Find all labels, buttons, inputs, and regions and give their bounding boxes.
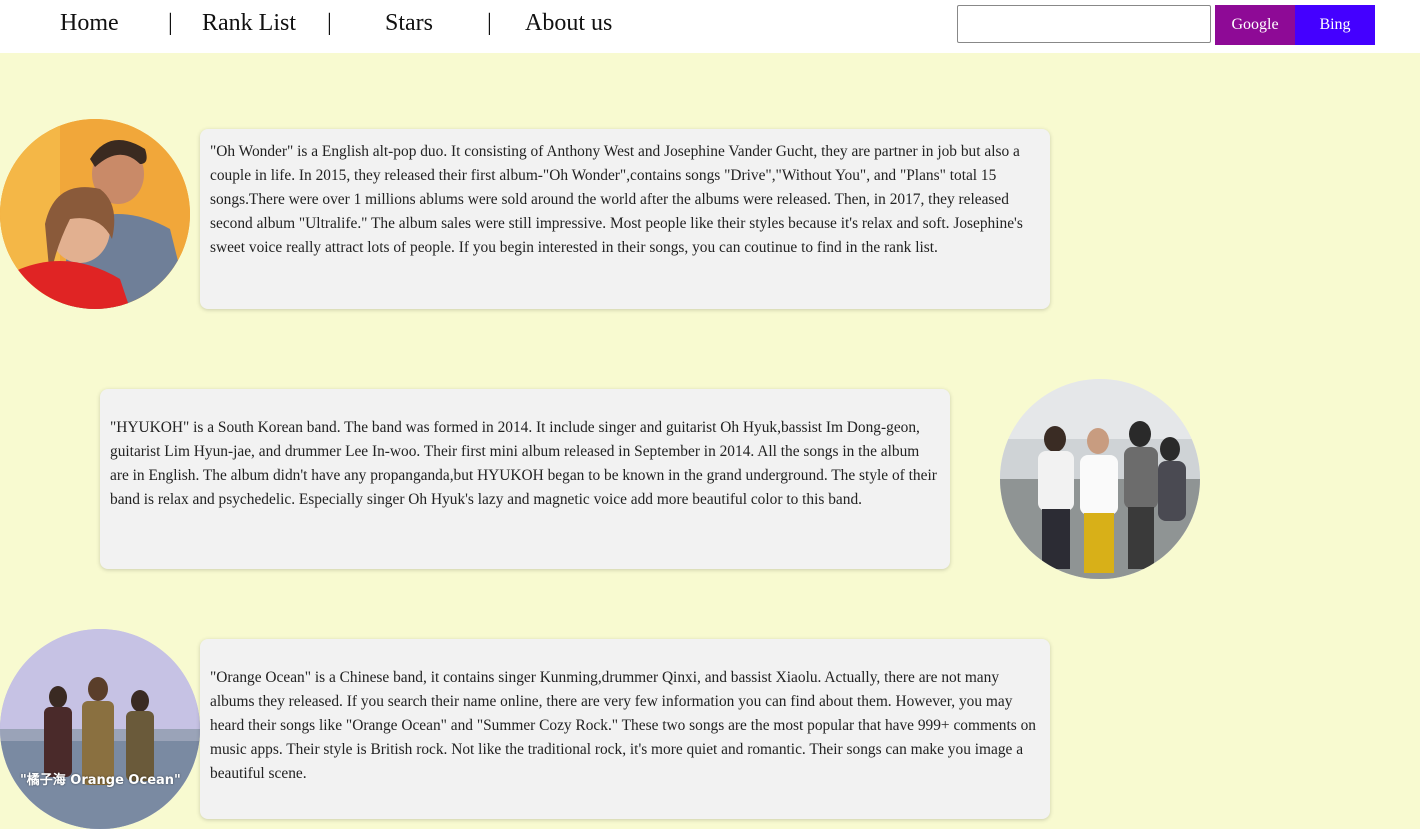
google-search-button[interactable]: Google [1215,5,1295,45]
search-input[interactable] [957,5,1211,43]
oh-wonder-description-card: "Oh Wonder" is a English alt-pop duo. It… [200,129,1050,309]
hyukoh-description: "HYUKOH" is a South Korean band. The ban… [110,419,937,508]
hyukoh-photo [1000,379,1200,579]
orange-ocean-photo-illustration [0,629,200,829]
orange-ocean-description: "Orange Ocean" is a Chinese band, it con… [210,669,1036,782]
hyukoh-photo-illustration [1000,379,1200,579]
hyukoh-description-card: "HYUKOH" is a South Korean band. The ban… [100,389,950,569]
nav-separator: | [168,10,173,36]
nav-about-us-link[interactable]: About us [525,10,612,37]
oh-wonder-photo [0,119,190,309]
nav-home-link[interactable]: Home [60,10,119,37]
top-navigation-bar: Home | Rank List | Stars | About us Goog… [0,0,1420,53]
oh-wonder-photo-illustration [0,119,190,309]
nav-stars-link[interactable]: Stars [385,10,433,37]
bing-search-button[interactable]: Bing [1295,5,1375,45]
orange-ocean-description-card: "Orange Ocean" is a Chinese band, it con… [200,639,1050,819]
nav-separator: | [487,10,492,36]
oh-wonder-description: "Oh Wonder" is a English alt-pop duo. It… [210,143,1023,256]
orange-ocean-photo: "橘子海 Orange Ocean" [0,629,200,829]
nav-rank-list-link[interactable]: Rank List [202,10,296,37]
orange-ocean-photo-caption: "橘子海 Orange Ocean" [20,773,181,788]
nav-separator: | [327,10,332,36]
